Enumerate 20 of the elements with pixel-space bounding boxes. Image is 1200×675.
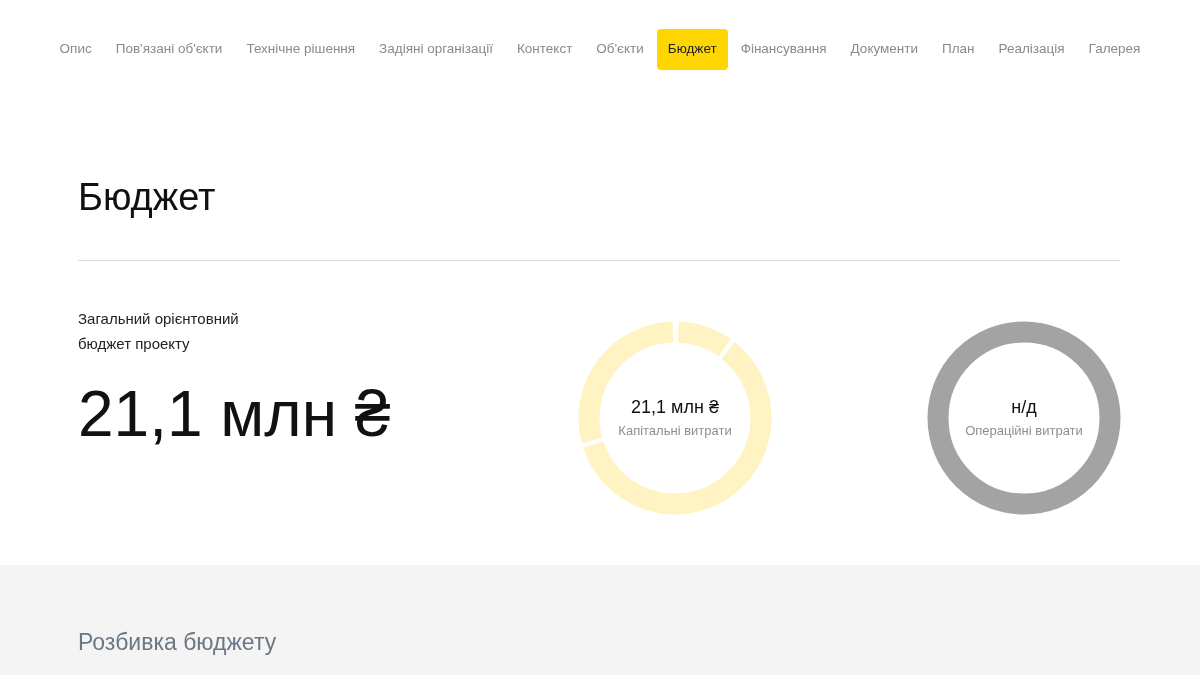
nav-tab[interactable]: Контекст: [505, 29, 584, 70]
nav-tab[interactable]: Задіяні організації: [368, 29, 504, 70]
nav-tab[interactable]: Документи: [839, 29, 929, 70]
total-budget-label: Загальний орієнтовний бюджет проекту: [78, 309, 240, 354]
nav-tab[interactable]: План: [931, 29, 986, 70]
donut-label: Капітальні витрати: [618, 422, 732, 441]
nav-tab[interactable]: Технічне рішення: [235, 29, 367, 70]
nav-tab[interactable]: Об'єкти: [585, 29, 655, 70]
nav-tab[interactable]: Пов'язані об'єкти: [104, 29, 234, 70]
donut-value: н/д: [1011, 396, 1037, 420]
total-budget-value: 21,1 млн ₴: [78, 378, 392, 450]
nav-tab[interactable]: Галерея: [1077, 29, 1152, 70]
donut-label: Операційні витрати: [965, 422, 1083, 441]
nav-tab[interactable]: Фінансування: [729, 29, 838, 70]
nav-tab[interactable]: Опис: [48, 29, 103, 70]
donut-value: 21,1 млн ₴: [631, 396, 719, 420]
breakdown-title: Розбивка бюджету: [78, 628, 278, 657]
section-title: Бюджет: [78, 175, 217, 220]
nav-tab[interactable]: Бюджет: [656, 29, 728, 70]
nav-tab[interactable]: Реалізація: [987, 29, 1076, 70]
